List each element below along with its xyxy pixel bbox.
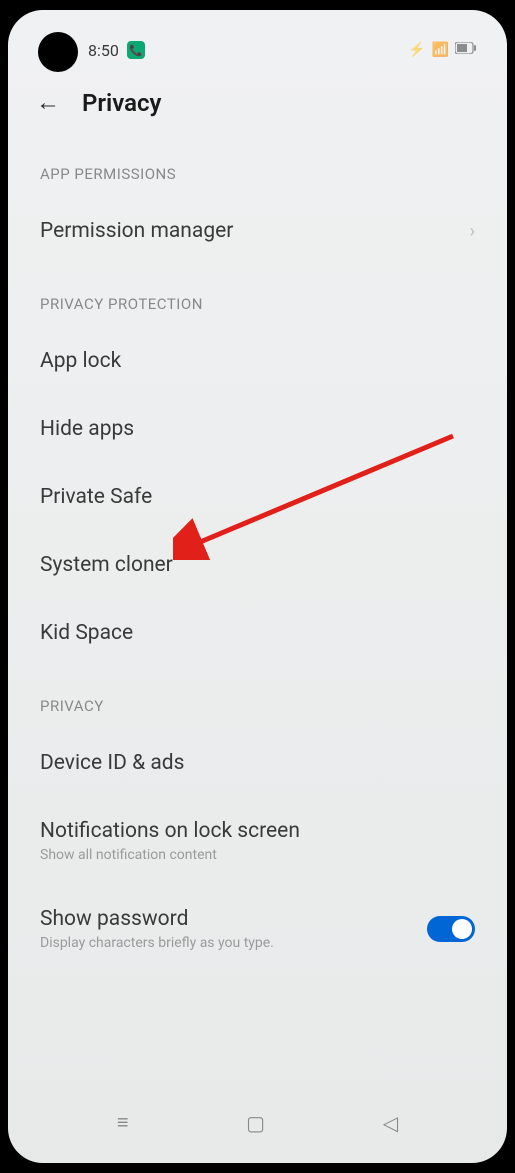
status-bar: 8:50 📞 ⚡ 📶 [8, 10, 507, 70]
notifications-label: Notifications on lock screen [40, 819, 300, 843]
signal-icon: 📶 [432, 42, 449, 58]
mute-icon: ⚡ [408, 42, 425, 58]
camera-hole [38, 32, 78, 72]
show-password-toggle[interactable] [427, 916, 475, 942]
chevron-right-icon: › [470, 221, 475, 242]
section-header-privacy: PRIVACY [8, 667, 507, 729]
app-lock-label: App lock [40, 349, 121, 373]
system-cloner-label: System cloner [40, 553, 173, 577]
show-password-text: Show password Display characters briefly… [40, 907, 274, 951]
header: ← Privacy [8, 70, 507, 135]
private-safe-item[interactable]: Private Safe [8, 463, 507, 531]
hide-apps-item[interactable]: Hide apps [8, 395, 507, 463]
back-arrow-icon[interactable]: ← [36, 88, 60, 117]
status-time: 8:50 [88, 41, 119, 60]
status-right: ⚡ 📶 [408, 42, 477, 58]
system-cloner-item[interactable]: System cloner [8, 531, 507, 599]
nav-home-icon[interactable]: ▢ [246, 1111, 265, 1135]
nav-recent-icon[interactable]: ≡ [117, 1110, 129, 1135]
page-title: Privacy [82, 89, 161, 117]
notifications-subtitle: Show all notification content [40, 847, 300, 863]
phone-screen: 8:50 📞 ⚡ 📶 ← Privacy APP PERMISSIONS Per… [8, 10, 507, 1163]
kid-space-item[interactable]: Kid Space [8, 599, 507, 667]
battery-icon [455, 42, 477, 58]
nav-back-icon[interactable]: ◁ [383, 1111, 398, 1135]
notifications-lock-item[interactable]: Notifications on lock screen Show all no… [8, 797, 507, 885]
permission-manager-item[interactable]: Permission manager › [8, 197, 507, 265]
device-id-label: Device ID & ads [40, 751, 184, 775]
section-header-app-permissions: APP PERMISSIONS [8, 135, 507, 197]
phone-call-icon: 📞 [127, 41, 145, 59]
device-id-item[interactable]: Device ID & ads [8, 729, 507, 797]
permission-manager-label: Permission manager [40, 219, 233, 243]
section-header-privacy-protection: PRIVACY PROTECTION [8, 265, 507, 327]
content: APP PERMISSIONS Permission manager › PRI… [8, 135, 507, 973]
show-password-label: Show password [40, 907, 274, 931]
hide-apps-label: Hide apps [40, 417, 134, 441]
show-password-subtitle: Display characters briefly as you type. [40, 935, 274, 951]
nav-bar: ≡ ▢ ◁ [8, 1100, 507, 1145]
app-lock-item[interactable]: App lock [8, 327, 507, 395]
show-password-item[interactable]: Show password Display characters briefly… [8, 885, 507, 973]
toggle-thumb [452, 919, 472, 939]
private-safe-label: Private Safe [40, 485, 152, 509]
status-left: 8:50 📞 [88, 41, 145, 60]
notifications-text: Notifications on lock screen Show all no… [40, 819, 300, 863]
kid-space-label: Kid Space [40, 621, 133, 645]
